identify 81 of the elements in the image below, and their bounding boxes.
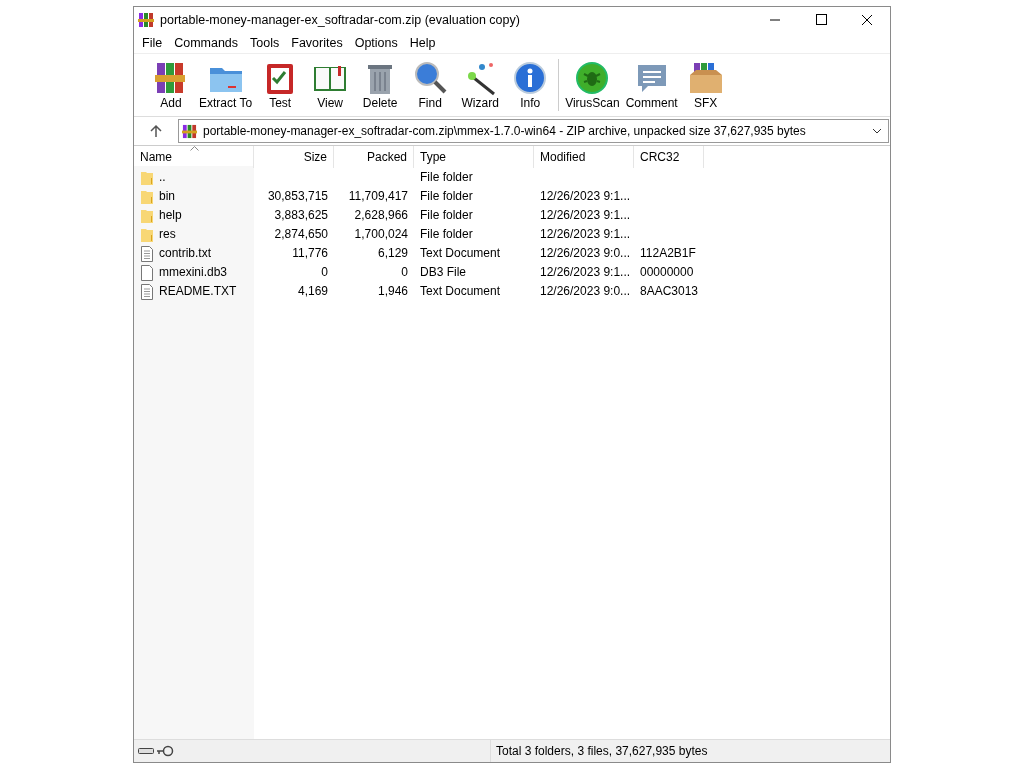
up-arrow-icon[interactable]	[149, 124, 163, 138]
menu-item[interactable]: Tools	[244, 36, 286, 50]
column-header[interactable]: Size	[254, 146, 334, 168]
table-cell: 12/26/2023 9:0...	[540, 246, 631, 260]
table-cell: 30,853,715	[267, 189, 328, 203]
toolbar-button[interactable]: Add	[146, 58, 196, 112]
file-name[interactable]: mmexini.db3	[159, 263, 228, 282]
table-cell: 12/26/2023 9:1...	[540, 265, 631, 279]
table-cell: File folder	[420, 227, 473, 241]
file-icon	[140, 264, 154, 281]
column-header[interactable]: Name	[134, 146, 254, 168]
file-name[interactable]: help	[159, 206, 182, 225]
speech-bubble-icon	[637, 65, 666, 92]
table-cell: 12/26/2023 9:0...	[540, 284, 631, 298]
table-cell: 00000000	[640, 265, 694, 279]
toolbar-button[interactable]: Comment	[622, 58, 681, 112]
table-cell: 0	[401, 265, 408, 279]
file-name[interactable]: README.TXT	[159, 282, 237, 301]
menu-item[interactable]: File	[136, 36, 169, 50]
drive-icon	[138, 746, 154, 756]
column-header[interactable]: Modified	[534, 146, 634, 168]
box-icon	[689, 63, 722, 93]
table-cell: 12/26/2023 9:1...	[540, 227, 631, 241]
books-icon	[138, 12, 154, 28]
table-cell: 11,709,417	[348, 189, 408, 203]
table-cell: 2,628,966	[354, 208, 408, 222]
table-cell: File folder	[420, 189, 473, 203]
menu-item[interactable]: Commands	[168, 36, 245, 50]
toolbar-button[interactable]: Extract To	[196, 58, 256, 112]
menu-item[interactable]: Options	[348, 36, 404, 50]
book-icon	[314, 66, 347, 91]
text-file-icon	[140, 245, 154, 262]
table-cell: 1,700,024	[354, 227, 408, 241]
books-icon	[155, 63, 185, 93]
file-name[interactable]: ..	[159, 168, 166, 187]
table-cell: 112A2B1F	[640, 246, 696, 260]
table-cell: DB3 File	[420, 265, 466, 279]
table-cell: 3,883,625	[274, 208, 328, 222]
table-cell: 8AAC3013	[640, 284, 699, 298]
table-cell: 6,129	[377, 246, 408, 260]
file-name[interactable]: bin	[159, 187, 175, 206]
status-text: Total 3 folders, 3 files, 37,627,935 bytes	[496, 744, 708, 758]
books-icon	[182, 123, 197, 139]
column-header[interactable]: CRC32	[634, 146, 704, 168]
table-cell: 12/26/2023 9:1...	[540, 189, 631, 203]
table-cell: 11,776	[292, 246, 328, 260]
table-cell: 1,946	[377, 284, 408, 298]
menu-item[interactable]: Help	[403, 36, 442, 50]
trash-icon	[368, 65, 393, 94]
toolbar-button[interactable]: Info	[505, 58, 556, 112]
key-icon	[156, 745, 174, 757]
folder-icon	[209, 68, 242, 92]
toolbar-button[interactable]: SFX	[680, 58, 731, 112]
text-file-icon	[140, 283, 154, 300]
toolbar-button[interactable]: Delete	[355, 58, 406, 112]
toolbar-button[interactable]: View	[305, 58, 356, 112]
toolbar-button[interactable]: VirusScan	[562, 58, 623, 112]
table-cell: 12/26/2023 9:1...	[540, 208, 631, 222]
menu-item[interactable]: Favorites	[285, 36, 349, 50]
toolbar-button[interactable]: Test	[255, 58, 306, 112]
address-field[interactable]: portable-money-manager-ex_softradar-com.zip\mmex-1.7.0-win64 - ZIP archive, unpacked size 37,627,935 bytes	[178, 119, 889, 143]
table-cell: 2,874,650	[274, 227, 328, 241]
table-cell: 0	[321, 265, 328, 279]
column-header[interactable]: Packed	[334, 146, 414, 168]
toolbar-button[interactable]: Wizard	[455, 58, 506, 112]
toolbar-button[interactable]: Find	[405, 58, 456, 112]
file-name[interactable]: res	[159, 225, 176, 244]
magnifier-icon	[415, 62, 447, 94]
chevron-down-icon[interactable]	[872, 126, 882, 136]
table-cell: 4,169	[297, 284, 328, 298]
clipboard-icon	[267, 64, 294, 94]
info-icon	[514, 62, 547, 94]
table-cell: File folder	[420, 208, 473, 222]
table-cell: Text Document	[420, 246, 501, 260]
window-title: portable-money-manager-ex_softradar-com.zip (evaluation copy)	[160, 13, 521, 27]
table-cell: File folder	[420, 170, 473, 184]
magic-wand-icon	[468, 63, 496, 96]
column-header[interactable]: Type	[414, 146, 534, 168]
table-cell: Text Document	[420, 284, 501, 298]
file-name[interactable]: contrib.txt	[159, 244, 212, 263]
bug-icon	[576, 62, 609, 94]
